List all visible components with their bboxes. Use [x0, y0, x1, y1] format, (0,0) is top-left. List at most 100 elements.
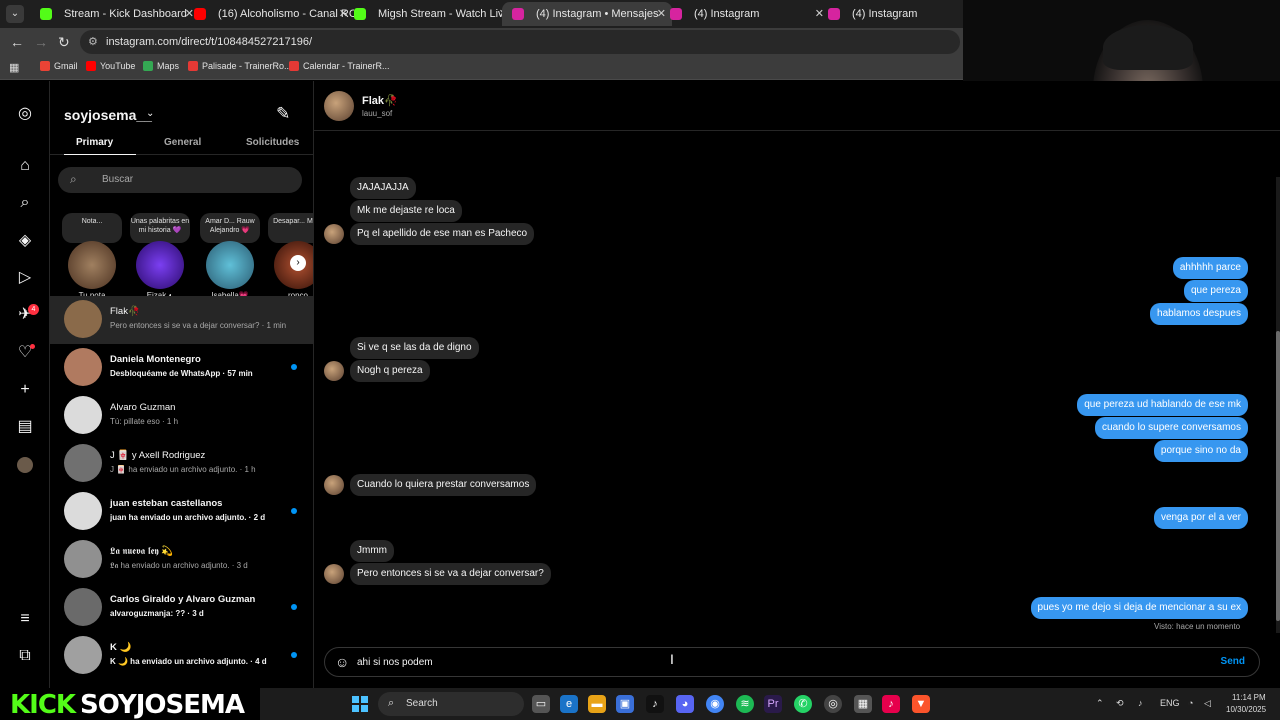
- outgoing-message[interactable]: venga por el a ver: [1153, 507, 1248, 529]
- bookmark-item[interactable]: Palisade - TrainerRo...: [188, 61, 292, 71]
- tab-general[interactable]: General: [164, 137, 201, 148]
- outgoing-message[interactable]: cuando lo supere conversamos: [1095, 417, 1248, 439]
- back-icon[interactable]: ←: [10, 34, 24, 50]
- apps-grid-icon[interactable]: ▦: [9, 61, 19, 74]
- spotify-icon[interactable]: ≋: [736, 695, 754, 713]
- sender-avatar[interactable]: [324, 564, 344, 584]
- message-input[interactable]: [357, 653, 1177, 671]
- notes-next-arrow-icon[interactable]: ›: [290, 255, 306, 271]
- tab-primary[interactable]: Primary: [76, 137, 113, 148]
- incoming-message[interactable]: JAJAJAJJA: [350, 177, 416, 199]
- tiktok-icon[interactable]: ♪: [646, 695, 664, 713]
- volume-icon[interactable]: ◁: [1204, 698, 1211, 709]
- tab-solicitudes[interactable]: Solicitudes: [246, 137, 299, 148]
- outgoing-message[interactable]: ahhhhh parce: [1172, 257, 1248, 279]
- tab-search-button[interactable]: ⌄: [6, 5, 24, 23]
- tiktok-studio-icon[interactable]: ♪: [882, 695, 900, 713]
- microphone-icon[interactable]: ♪: [1138, 698, 1143, 708]
- dashboard-icon[interactable]: ▤: [16, 418, 34, 436]
- instagram-logo-icon[interactable]: ◎: [16, 105, 34, 123]
- incoming-message[interactable]: Si ve q se las da de digno: [350, 337, 479, 359]
- note-item[interactable]: Nota... Tu nota: [62, 211, 122, 300]
- bookmark-item[interactable]: Maps: [143, 61, 179, 71]
- browser-tab[interactable]: Migsh Stream - Watch Live on ✕: [344, 2, 514, 26]
- sender-avatar[interactable]: [324, 224, 344, 244]
- conversation-item[interactable]: J 🀄 y Axell Rodriguez J 🀄 ha enviado un …: [50, 440, 313, 488]
- search-icon[interactable]: ⌕: [16, 194, 34, 212]
- chevron-down-icon[interactable]: ⌄: [146, 108, 154, 119]
- premiere-icon[interactable]: Pr: [764, 695, 782, 713]
- conversation-item[interactable]: 𝕷𝖆 𝖓𝖚𝖊𝖛𝖆 𝖑𝖊𝖞 💫 𝕷𝖆 ha enviado un archivo …: [50, 536, 313, 584]
- site-info-icon[interactable]: ⚙: [88, 35, 98, 48]
- incoming-message[interactable]: Pero entonces si se va a dejar conversar…: [350, 563, 551, 585]
- address-bar[interactable]: ⚙ instagram.com/direct/t/108484527217196…: [80, 30, 960, 54]
- whatsapp-icon[interactable]: ✆: [794, 695, 812, 713]
- conversation-item[interactable]: Alvaro Guzman Tú: pillate eso · 1 h: [50, 392, 313, 440]
- brave-icon[interactable]: ▼: [912, 695, 930, 713]
- conversation-avatar: [64, 492, 102, 530]
- store-icon[interactable]: ▣: [616, 695, 634, 713]
- incoming-message[interactable]: Nogh q pereza: [350, 360, 430, 382]
- search-input[interactable]: ⌕ Buscar: [58, 167, 302, 193]
- incoming-message[interactable]: Pq el apellido de ese man es Pacheco: [350, 223, 535, 245]
- tray-chevron-icon[interactable]: ⌃: [1096, 698, 1104, 709]
- conversation-item[interactable]: Carlos Giraldo y Alvaro Guzman alvaroguz…: [50, 584, 313, 632]
- chat-scrollbar-thumb[interactable]: [1276, 331, 1280, 621]
- tray-network-icon[interactable]: ⟲: [1116, 698, 1124, 709]
- bookmark-item[interactable]: Calendar - TrainerR...: [289, 61, 390, 71]
- clock-date[interactable]: 10/30/2025: [1226, 705, 1266, 714]
- also-from-meta-icon[interactable]: ⧉: [16, 647, 34, 665]
- create-icon[interactable]: +: [16, 381, 34, 399]
- taskbar-search[interactable]: ⌕ Search: [378, 692, 524, 716]
- conversation-item[interactable]: Flak🥀 Pero entonces si se va a dejar con…: [50, 296, 313, 344]
- browser-tab[interactable]: Stream - Kick Dashboard ✕: [30, 2, 200, 26]
- outgoing-message[interactable]: porque sino no da: [1153, 440, 1248, 462]
- outgoing-message[interactable]: que pereza: [1183, 280, 1248, 302]
- browser-tab[interactable]: (4) Instagram • Mensajes ✕: [502, 2, 672, 26]
- incoming-message[interactable]: Cuando lo quiera prestar conversamos: [350, 474, 537, 496]
- contact-avatar[interactable]: [324, 91, 354, 121]
- task-view-icon[interactable]: ▭: [532, 695, 550, 713]
- start-button[interactable]: [352, 696, 368, 712]
- note-bubble: Unas palabritas en mi historia 💜: [130, 213, 190, 243]
- calculator-icon[interactable]: ▦: [854, 695, 872, 713]
- outgoing-message[interactable]: pues yo me dejo si deja de mencionar a s…: [1030, 597, 1248, 619]
- send-button[interactable]: Send: [1221, 656, 1245, 667]
- note-item[interactable]: Amar D... Rauw Alejandro 💗 Isabella💗: [200, 211, 260, 300]
- browser-tab[interactable]: (16) Alcoholismo - Canal RCN ✕: [184, 2, 354, 26]
- account-username[interactable]: soyjosema__: [64, 107, 152, 123]
- note-item[interactable]: Desapar... Mora ronco: [268, 211, 313, 300]
- profile-avatar[interactable]: [17, 457, 33, 473]
- bookmark-item[interactable]: YouTube: [86, 61, 135, 71]
- file-explorer-icon[interactable]: ▬: [588, 695, 606, 713]
- conversation-item[interactable]: juan esteban castellanos juan ha enviado…: [50, 488, 313, 536]
- bookmark-item[interactable]: Gmail: [40, 61, 78, 71]
- incoming-message[interactable]: Mk me dejaste re loca: [350, 200, 462, 222]
- edge-icon[interactable]: e: [560, 695, 578, 713]
- menu-icon[interactable]: ≡: [16, 610, 34, 628]
- reload-icon[interactable]: ↻: [58, 34, 70, 51]
- discord-icon[interactable]: ◕: [676, 695, 694, 713]
- home-icon[interactable]: ⌂: [16, 157, 34, 175]
- new-message-icon[interactable]: ✎: [276, 104, 290, 124]
- browser-tab[interactable]: (4) Instagram ✕: [660, 2, 830, 26]
- sender-avatar[interactable]: [324, 361, 344, 381]
- explore-icon[interactable]: ◈: [16, 232, 34, 250]
- obs-icon[interactable]: ◎: [824, 695, 842, 713]
- emoji-icon[interactable]: ☺: [335, 654, 349, 670]
- note-item[interactable]: Unas palabritas en mi historia 💜 Eizak ◐: [130, 211, 190, 300]
- forward-icon[interactable]: →: [34, 34, 48, 50]
- outgoing-message[interactable]: hablamos despues: [1150, 303, 1248, 325]
- outgoing-message[interactable]: que pereza ud hablando de ese mk: [1077, 394, 1248, 416]
- conversation-item[interactable]: Daniela Montenegro Desbloquéame de Whats…: [50, 344, 313, 392]
- chrome-icon[interactable]: ◉: [706, 695, 724, 713]
- language-indicator[interactable]: ENG: [1160, 698, 1180, 708]
- sender-avatar[interactable]: [324, 475, 344, 495]
- wifi-icon[interactable]: ◔: [1188, 698, 1193, 708]
- contact-name[interactable]: Flak🥀: [362, 94, 398, 107]
- clock-time[interactable]: 11:14 PM: [1232, 693, 1266, 702]
- instagram-nav-rail: ◎ ⌂ ⌕ ◈ ▷ ✈ 4 ♡ + ▤ ≡ ⧉: [0, 81, 50, 688]
- incoming-message[interactable]: Jmmm: [350, 540, 394, 562]
- reels-icon[interactable]: ▷: [16, 269, 34, 287]
- conversation-item[interactable]: K 🌙 K 🌙 ha enviado un archivo adjunto. ·…: [50, 632, 313, 680]
